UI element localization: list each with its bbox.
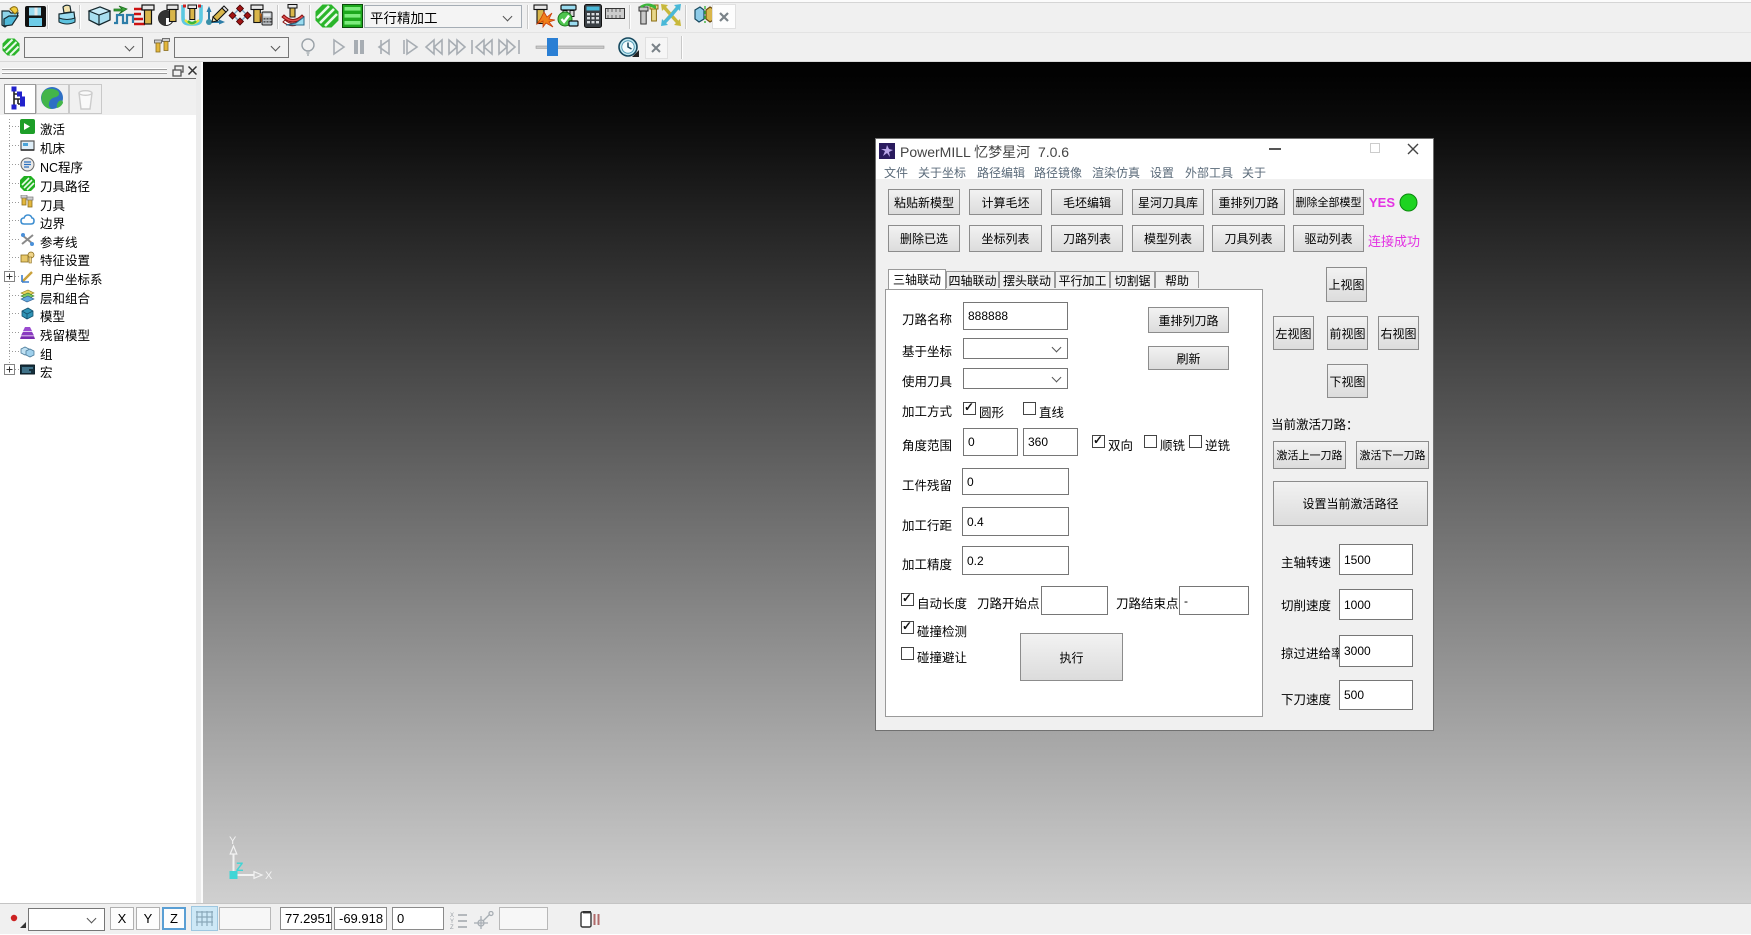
svg-text:Z: Z: [450, 925, 454, 929]
svg-text:Z: Z: [236, 860, 243, 874]
svg-text:Y: Y: [229, 835, 237, 847]
svg-text:X: X: [265, 870, 273, 882]
